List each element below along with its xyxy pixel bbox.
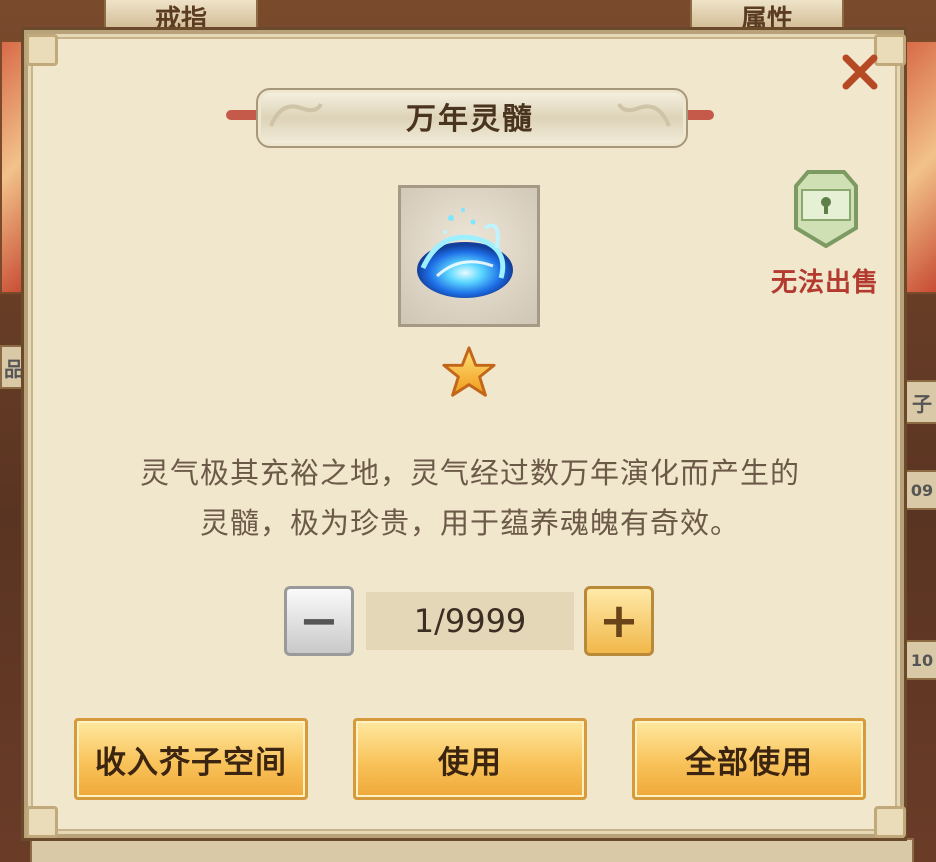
close-icon	[842, 54, 878, 90]
item-icon-frame	[398, 185, 540, 327]
quantity-display: 1/9999	[366, 592, 574, 650]
bg-side-number: 09	[904, 470, 936, 510]
bg-bottom-strip	[30, 838, 914, 862]
close-button[interactable]	[836, 48, 884, 96]
use-all-button[interactable]: 全部使用	[632, 718, 866, 800]
store-in-space-button[interactable]: 收入芥子空间	[74, 718, 308, 800]
title-banner: 万年灵髓	[226, 88, 714, 148]
bg-side-label: 子	[904, 380, 936, 424]
description-line: 灵气极其充裕之地，灵气经过数万年演化而产生的	[139, 456, 800, 490]
dialog-corner-ornament	[26, 34, 58, 66]
lock-icon	[794, 170, 858, 248]
bg-side-number: 10	[904, 640, 936, 680]
increase-quantity-button[interactable]: +	[584, 586, 654, 656]
description-line: 灵髓，极为珍贵，用于蕴养魂魄有奇效。	[199, 506, 740, 540]
bg-hero-card	[904, 40, 936, 294]
dialog-corner-ornament	[26, 806, 58, 838]
rarity-star-icon	[442, 346, 496, 397]
blue-spirit-swirl-icon	[417, 208, 513, 298]
item-description: 灵气极其充裕之地，灵气经过数万年演化而产生的 灵髓，极为珍贵，用于蕴养魂魄有奇效…	[60, 448, 880, 548]
dialog-corner-ornament	[874, 806, 906, 838]
item-detail-dialog	[24, 30, 904, 838]
no-sell-label: 无法出售	[770, 268, 879, 298]
item-title: 万年灵髓	[406, 102, 534, 137]
decrease-quantity-button[interactable]: −	[284, 586, 354, 656]
use-button[interactable]: 使用	[353, 718, 587, 800]
